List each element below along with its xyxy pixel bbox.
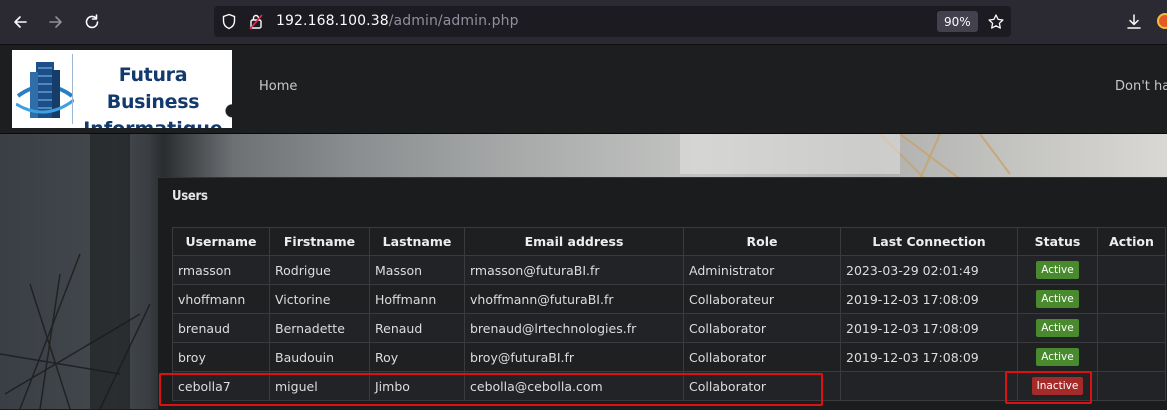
column-header-role: Role [683, 227, 841, 256]
nav-home-link[interactable]: Home [259, 79, 297, 94]
cell-username: vhoffmann [172, 284, 270, 314]
cell-role: Collaborator [683, 342, 841, 372]
status-badge[interactable]: Active [1036, 290, 1079, 308]
cell-lastname: Renaud [369, 313, 465, 343]
cell-firstname: Victorine [269, 284, 370, 314]
cell-role: Collaborator [683, 313, 841, 343]
browser-toolbar: 192.168.100.38/admin/admin.php 90% [0, 0, 1167, 45]
column-header-email: Email address [464, 227, 684, 256]
logo-line-1: Futura Business [106, 64, 200, 113]
url-text[interactable]: 192.168.100.38/admin/admin.php [276, 13, 519, 29]
column-header-action: Action [1097, 227, 1166, 256]
panel-title: Users [172, 189, 208, 204]
cell-firstname: Baudouin [269, 342, 370, 372]
cell-status: Active [1017, 342, 1098, 372]
cell-firstname: Bernadette [269, 313, 370, 343]
cell-role: Collaborateur [683, 284, 841, 314]
cell-last-connection: 2023-03-29 02:01:49 [840, 255, 1018, 285]
cell-action [1097, 284, 1166, 314]
url-host: 192.168.100.38 [276, 13, 389, 29]
cell-status: Active [1017, 255, 1098, 285]
status-badge[interactable]: Active [1036, 319, 1079, 337]
cell-firstname: Rodrigue [269, 255, 370, 285]
zoom-level-button[interactable]: 90% [937, 11, 978, 32]
cell-lastname: Roy [369, 342, 465, 372]
column-header-firstname: Firstname [269, 227, 370, 256]
site-header: Futura Business Informatique Home Don't … [0, 45, 1167, 140]
cell-action [1097, 313, 1166, 343]
cell-status: Active [1017, 284, 1098, 314]
building-logo-icon [16, 62, 74, 118]
nav-account-link[interactable]: Don't hav [1115, 79, 1167, 94]
cell-username: rmasson [172, 255, 270, 285]
bookmark-star-icon[interactable] [982, 8, 1010, 36]
tracking-shield-icon[interactable] [221, 13, 237, 34]
logo-text: Futura Business Informatique [74, 62, 232, 143]
cell-status: Active [1017, 313, 1098, 343]
cell-username: brenaud [172, 313, 270, 343]
cell-email: broy@futuraBI.fr [464, 342, 684, 372]
cell-last-connection: 2019-12-03 17:08:09 [840, 342, 1018, 372]
logo-divider [72, 54, 73, 124]
company-logo[interactable]: Futura Business Informatique [12, 50, 232, 140]
column-header-last-connection: Last Connection [840, 227, 1018, 256]
cell-action [1097, 371, 1166, 401]
cell-lastname: Hoffmann [369, 284, 465, 314]
column-header-lastname: Lastname [369, 227, 465, 256]
cell-last-connection [840, 371, 1018, 401]
status-badge[interactable]: Active [1036, 348, 1079, 366]
table-row: brenaud Bernadette Renaud brenaud@lrtech… [172, 313, 1166, 343]
cell-lastname: Masson [369, 255, 465, 285]
table-header-row: Username Firstname Lastname Email addres… [172, 227, 1166, 256]
cell-last-connection: 2019-12-03 17:08:09 [840, 313, 1018, 343]
highlight-box-row [159, 373, 823, 406]
cell-email: vhoffmann@futuraBI.fr [464, 284, 684, 314]
back-arrow-icon[interactable] [6, 8, 34, 36]
url-bar[interactable]: 192.168.100.38/admin/admin.php [214, 6, 1011, 37]
table-row: rmasson Rodrigue Masson rmasson@futuraBI… [172, 255, 1166, 285]
highlight-box-status [1005, 371, 1092, 404]
url-path: /admin/admin.php [388, 13, 519, 29]
cell-email: brenaud@lrtechnologies.fr [464, 313, 684, 343]
cell-action [1097, 342, 1166, 372]
cell-email: rmasson@futuraBI.fr [464, 255, 684, 285]
status-badge[interactable]: Active [1036, 261, 1079, 279]
reload-icon[interactable] [78, 8, 106, 36]
column-header-status: Status [1017, 227, 1098, 256]
cell-last-connection: 2019-12-03 17:08:09 [840, 284, 1018, 314]
table-row: broy Baudouin Roy broy@futuraBI.fr Colla… [172, 342, 1166, 372]
cell-role: Administrator [683, 255, 841, 285]
column-header-username: Username [172, 227, 270, 256]
cell-action [1097, 255, 1166, 285]
insecure-lock-icon[interactable] [248, 13, 264, 34]
forward-arrow-icon[interactable] [42, 8, 70, 36]
download-icon[interactable] [1120, 8, 1148, 36]
cell-username: broy [172, 342, 270, 372]
table-row: vhoffmann Victorine Hoffmann vhoffmann@f… [172, 284, 1166, 314]
extension-icon[interactable] [1157, 13, 1167, 31]
